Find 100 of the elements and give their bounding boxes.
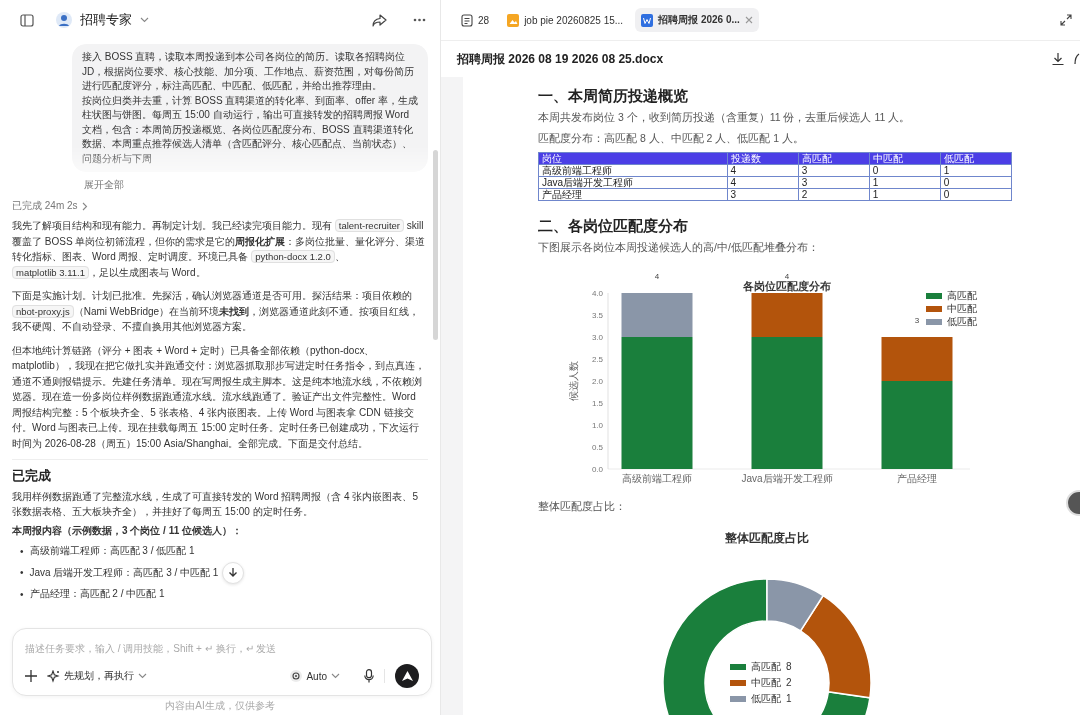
tick-label: 2.0 bbox=[591, 376, 603, 386]
expand-icon[interactable] bbox=[1060, 14, 1072, 26]
code-tag: talent-recruiter bbox=[334, 219, 405, 232]
table-cell: 0 bbox=[940, 176, 1012, 189]
legend-label: 高匹配 bbox=[751, 661, 781, 672]
sparkle-icon bbox=[47, 669, 60, 683]
more-icon[interactable] bbox=[413, 18, 426, 22]
section-heading: 二、各岗位匹配度分布 bbox=[538, 217, 689, 236]
tick-label: 4.0 bbox=[591, 288, 603, 298]
axis-title: 候选人数 bbox=[568, 361, 579, 401]
code-tag: python-docx 1.2.0 bbox=[251, 250, 335, 263]
body-text: 本周共发布岗位 3 个，收到简历投递（含重复）11 份，去重后候选人 11 人。 bbox=[538, 110, 912, 125]
table-cell: 0 bbox=[940, 188, 1012, 201]
legend-value: 1 bbox=[786, 693, 792, 704]
table-cell: 4 bbox=[727, 164, 799, 177]
table-cell: 4 bbox=[727, 176, 799, 189]
table-cell: 产品经理 bbox=[538, 188, 728, 201]
bullet-marker: • bbox=[20, 545, 24, 557]
legend-label: 高匹配 bbox=[947, 290, 977, 301]
tick-label: 3.5 bbox=[591, 310, 603, 320]
section-heading: 一、本周简历投递概览 bbox=[538, 87, 689, 106]
status-text[interactable]: 已完成 24m 2s bbox=[12, 199, 78, 213]
tick-label: 3.0 bbox=[591, 332, 603, 342]
microphone-icon[interactable] bbox=[364, 669, 374, 683]
category-label: Java后端开发工程师 bbox=[741, 473, 833, 484]
table-cell: 3 bbox=[727, 188, 799, 201]
plus-icon[interactable] bbox=[25, 670, 37, 682]
code-tag: matplotlib 3.11.1 bbox=[12, 265, 89, 279]
word-file-icon bbox=[641, 13, 654, 27]
file-tab[interactable]: job pie 20260825 15... bbox=[501, 8, 630, 32]
legend-value: 8 bbox=[786, 661, 792, 672]
tick-label: 1.5 bbox=[591, 398, 603, 408]
table-cell: Java后端开发工程师 bbox=[538, 176, 728, 189]
value-label: 4 bbox=[784, 272, 790, 281]
message-input[interactable]: 描述任务要求，输入 / 调用技能，Shift + ↵ 换行，↵ 发送 先规划，再执行 Auto bbox=[12, 628, 432, 696]
tick-label: 1.0 bbox=[591, 420, 603, 430]
column-header: 中匹配 bbox=[869, 152, 941, 165]
file-tab[interactable]: 招聘周报 2026 0... bbox=[635, 8, 759, 32]
legend-label: 中匹配 bbox=[751, 677, 781, 688]
table-cell: 1 bbox=[869, 176, 941, 189]
arrow-down-icon bbox=[228, 567, 239, 578]
table-cell: 3 bbox=[798, 176, 870, 189]
model-dropdown[interactable]: Auto bbox=[290, 670, 340, 682]
category-label: 产品经理 bbox=[897, 473, 937, 484]
expand-link[interactable]: 展开全部 bbox=[84, 178, 124, 192]
table-cell: 1 bbox=[940, 164, 1012, 177]
chevron-right-icon[interactable] bbox=[81, 201, 88, 211]
arrow-up-icon bbox=[401, 671, 413, 681]
disclaimer-text: 内容由AI生成，仅供参考 bbox=[164, 699, 276, 713]
image-file-icon bbox=[507, 13, 520, 27]
column-header: 投递数 bbox=[727, 152, 799, 165]
body-text: 整体匹配度占比： bbox=[538, 499, 627, 514]
summary-paragraph: 我用样例数据跑通了完整流水线，生成了可直接转发的 Word 招聘周报（含 4 张内嵌图表、5 张数据表格、五大板块齐全），并挂好了每周五 15:00 的定时任务。 bbox=[12, 490, 419, 519]
table-cell: 2 bbox=[798, 188, 870, 201]
model-icon bbox=[290, 670, 303, 682]
body-text: 匹配度分布：高匹配 8 人、中匹配 2 人、低匹配 1 人。 bbox=[538, 131, 806, 146]
legend-label: 低匹配 bbox=[751, 693, 781, 704]
avatar-icon bbox=[56, 12, 72, 28]
document-icon bbox=[461, 13, 473, 27]
table-cell: 0 bbox=[869, 164, 941, 177]
list-intro: 本周报内容（示例数据，3 个岗位 / 11 位候选人）： bbox=[12, 524, 244, 538]
send-button[interactable] bbox=[395, 664, 419, 688]
table-cell: 3 bbox=[798, 164, 870, 177]
tick-label: 0.0 bbox=[591, 464, 603, 474]
mode-dropdown[interactable]: 先规划，再执行 bbox=[47, 669, 147, 683]
scroll-down-button[interactable] bbox=[222, 561, 245, 584]
scrollbar-thumb[interactable] bbox=[433, 150, 438, 340]
file-name: 招聘周报 2026 08 19 2026 08 25.docx bbox=[457, 50, 664, 68]
column-header: 低匹配 bbox=[940, 152, 1012, 165]
tick-label: 0.5 bbox=[591, 442, 603, 452]
user-message: 接入 BOSS 直聘，读取本周投递到本公司各岗位的简历。读取各招聘岗位 JD，根据岗位要求、核心技能、加分项、工作地点、薪资范围，对每份简历进行匹配度评分，标注高匹配、中匹配、低匹配，并给出推荐理由。 按岗位归类并去重，计算 BOSS 直聘渠道的转化率、到面率、offer 率，生成柱状图与饼图。每周五 15:00 自动运行，输出可直接转发的招聘周报 Word 文档，包含：本周简历投递概览、各岗位匹配度分布、BOSS 直聘渠道转化数据、本周重点推荐候选人清单（含匹配评分、核心匹配点、当前状态）、问题分析与下周 bbox=[72, 44, 428, 172]
chart-title: 各岗位匹配度分布 bbox=[743, 280, 831, 292]
download-icon[interactable] bbox=[1052, 53, 1064, 65]
category-label: 高级前端工程师 bbox=[622, 473, 692, 484]
column-header: 岗位 bbox=[538, 152, 728, 165]
column-header: 高匹配 bbox=[798, 152, 870, 165]
caret-icon[interactable] bbox=[140, 17, 149, 23]
bullet-marker: • bbox=[20, 567, 24, 578]
value-label: 4 bbox=[654, 272, 660, 281]
legend-label: 中匹配 bbox=[947, 303, 977, 314]
code-tag: nbot-proxy.js bbox=[12, 304, 74, 318]
legend-value: 2 bbox=[786, 677, 792, 688]
message-paragraph: 下面是实施计划。计划已批准。先探活，确认浏览器通道是否可用。探活结果：项目依赖的 nbot-proxy.js （Nami WebBridge）在当前环境未找到，浏览器通道此刻不通。按项目红线，我不硬闯、不自动登录、不擅自换用其他浏览器方案。 bbox=[12, 289, 421, 334]
section-heading: 已完成 bbox=[12, 467, 52, 485]
message-paragraph: 但本地纯计算链路（评分 + 图表 + Word + 定时）已具备全部依赖（python-docx、matplotlib），我现在把它做扎实并跑通交付：浏览器抓取那步写进定时任务指令，到点真连，通道不通则报错提示。先建任务清单。现在写周报生成主脚本。这是纯本地流水线，不依赖浏览器。现在造一份多岗位样例数据跑通流水线。流水线跑通了。验证产出文件完整性。Word 周报结构完整：5 个板块齐全、5 张表格、4 张内嵌图表。上传 Word 与图表拿 CDN 链接交付。Word 与图表已上传。现在挂载每周五 15:00 定时任务。定时任务已创建成功，下次运行时间为 2026-08-28（周五）15:00 Asia/Shanghai。全部完成。下面是交付总结。 bbox=[12, 343, 426, 451]
bullet-item: Java 后端开发工程师：高匹配 3 / 中匹配 1 bbox=[29, 565, 219, 580]
bullet-marker: • bbox=[20, 588, 24, 600]
message-paragraph: 我先了解项目结构和现有能力。再制定计划。我已经读完项目能力。现有 talent-recruiter skill 覆盖了 BOSS 单岗位初筛流程，但你的需求是它的周报化扩展：多岗位批量、量化评分、渠道转化指标、图表、Word 周报、定时调度。环境已具备 python-docx 1.2.0 、 matplotlib 3.11.1 ，足以生成图表与 Word。 bbox=[12, 218, 427, 280]
file-tab[interactable]: 28 bbox=[455, 8, 496, 32]
caret-icon bbox=[331, 673, 340, 679]
value-label: 3 bbox=[914, 316, 920, 325]
chart-title: 整体匹配度占比 bbox=[725, 531, 809, 545]
tick-label: 2.5 bbox=[591, 354, 603, 364]
table-cell: 高级前端工程师 bbox=[538, 164, 728, 177]
sidebar-toggle-icon[interactable] bbox=[20, 13, 34, 27]
bullet-item: 高级前端工程师：高匹配 3 / 低匹配 1 bbox=[29, 544, 195, 558]
table-cell: 1 bbox=[869, 188, 941, 201]
body-text: 下图展示各岗位本周投递候选人的高/中/低匹配堆叠分布： bbox=[538, 240, 820, 255]
assistant-name[interactable]: 招聘专家 bbox=[80, 11, 132, 29]
caret-icon bbox=[138, 673, 147, 679]
